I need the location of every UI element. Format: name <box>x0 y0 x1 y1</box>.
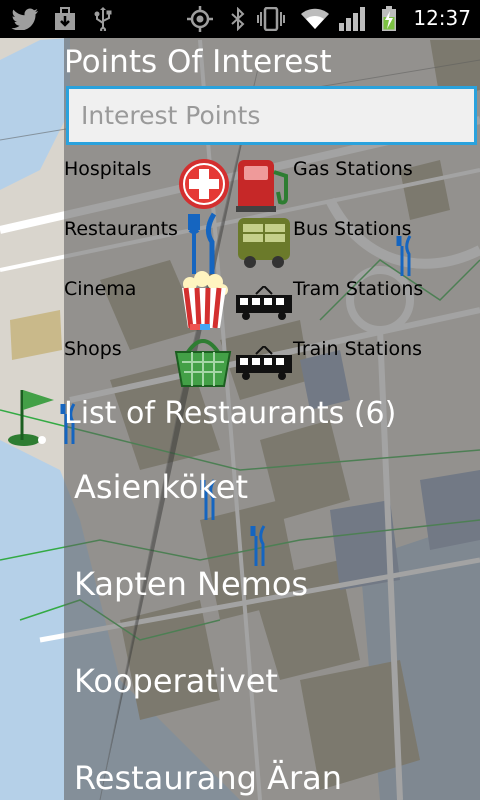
category-gas-stations[interactable]: Gas Stations <box>293 158 413 180</box>
list-item[interactable]: Kooperativet <box>74 662 278 700</box>
category-restaurants[interactable]: Restaurants <box>64 218 178 240</box>
vibrate-icon <box>257 7 285 31</box>
battery-charging-icon <box>378 6 400 31</box>
restaurant-marker-icon[interactable] <box>394 234 414 282</box>
category-train-stations[interactable]: Train Stations <box>293 338 422 360</box>
wifi-icon <box>300 7 330 31</box>
hospital-icon[interactable] <box>178 158 230 214</box>
bluetooth-icon <box>228 7 248 31</box>
status-bar: 12:37 <box>0 0 480 38</box>
bus-icon[interactable] <box>234 214 294 274</box>
golf-flag-icon[interactable] <box>4 386 60 452</box>
train-icon[interactable] <box>234 345 294 386</box>
list-item[interactable]: Asienköket <box>74 468 248 506</box>
search-field[interactable] <box>66 86 477 145</box>
clock: 12:37 <box>413 6 471 30</box>
twitter-icon <box>10 7 40 31</box>
shopping-basket-icon[interactable] <box>172 332 234 394</box>
category-shops[interactable]: Shops <box>64 338 122 360</box>
restaurant-list-header: List of Restaurants (6) <box>64 396 397 431</box>
tram-icon[interactable] <box>234 285 294 326</box>
gas-station-icon[interactable] <box>234 158 294 218</box>
list-item[interactable]: Kapten Nemos <box>74 565 308 603</box>
page-title: Points Of Interest <box>64 44 332 80</box>
popcorn-icon[interactable] <box>178 270 230 338</box>
category-hospitals[interactable]: Hospitals <box>64 158 151 180</box>
category-cinema[interactable]: Cinema <box>64 278 136 300</box>
download-icon <box>52 7 78 31</box>
search-input[interactable] <box>81 101 474 130</box>
gps-icon <box>186 6 214 32</box>
usb-icon <box>92 7 114 31</box>
signal-icon <box>338 7 366 31</box>
list-item[interactable]: Restaurang Äran <box>74 759 342 797</box>
